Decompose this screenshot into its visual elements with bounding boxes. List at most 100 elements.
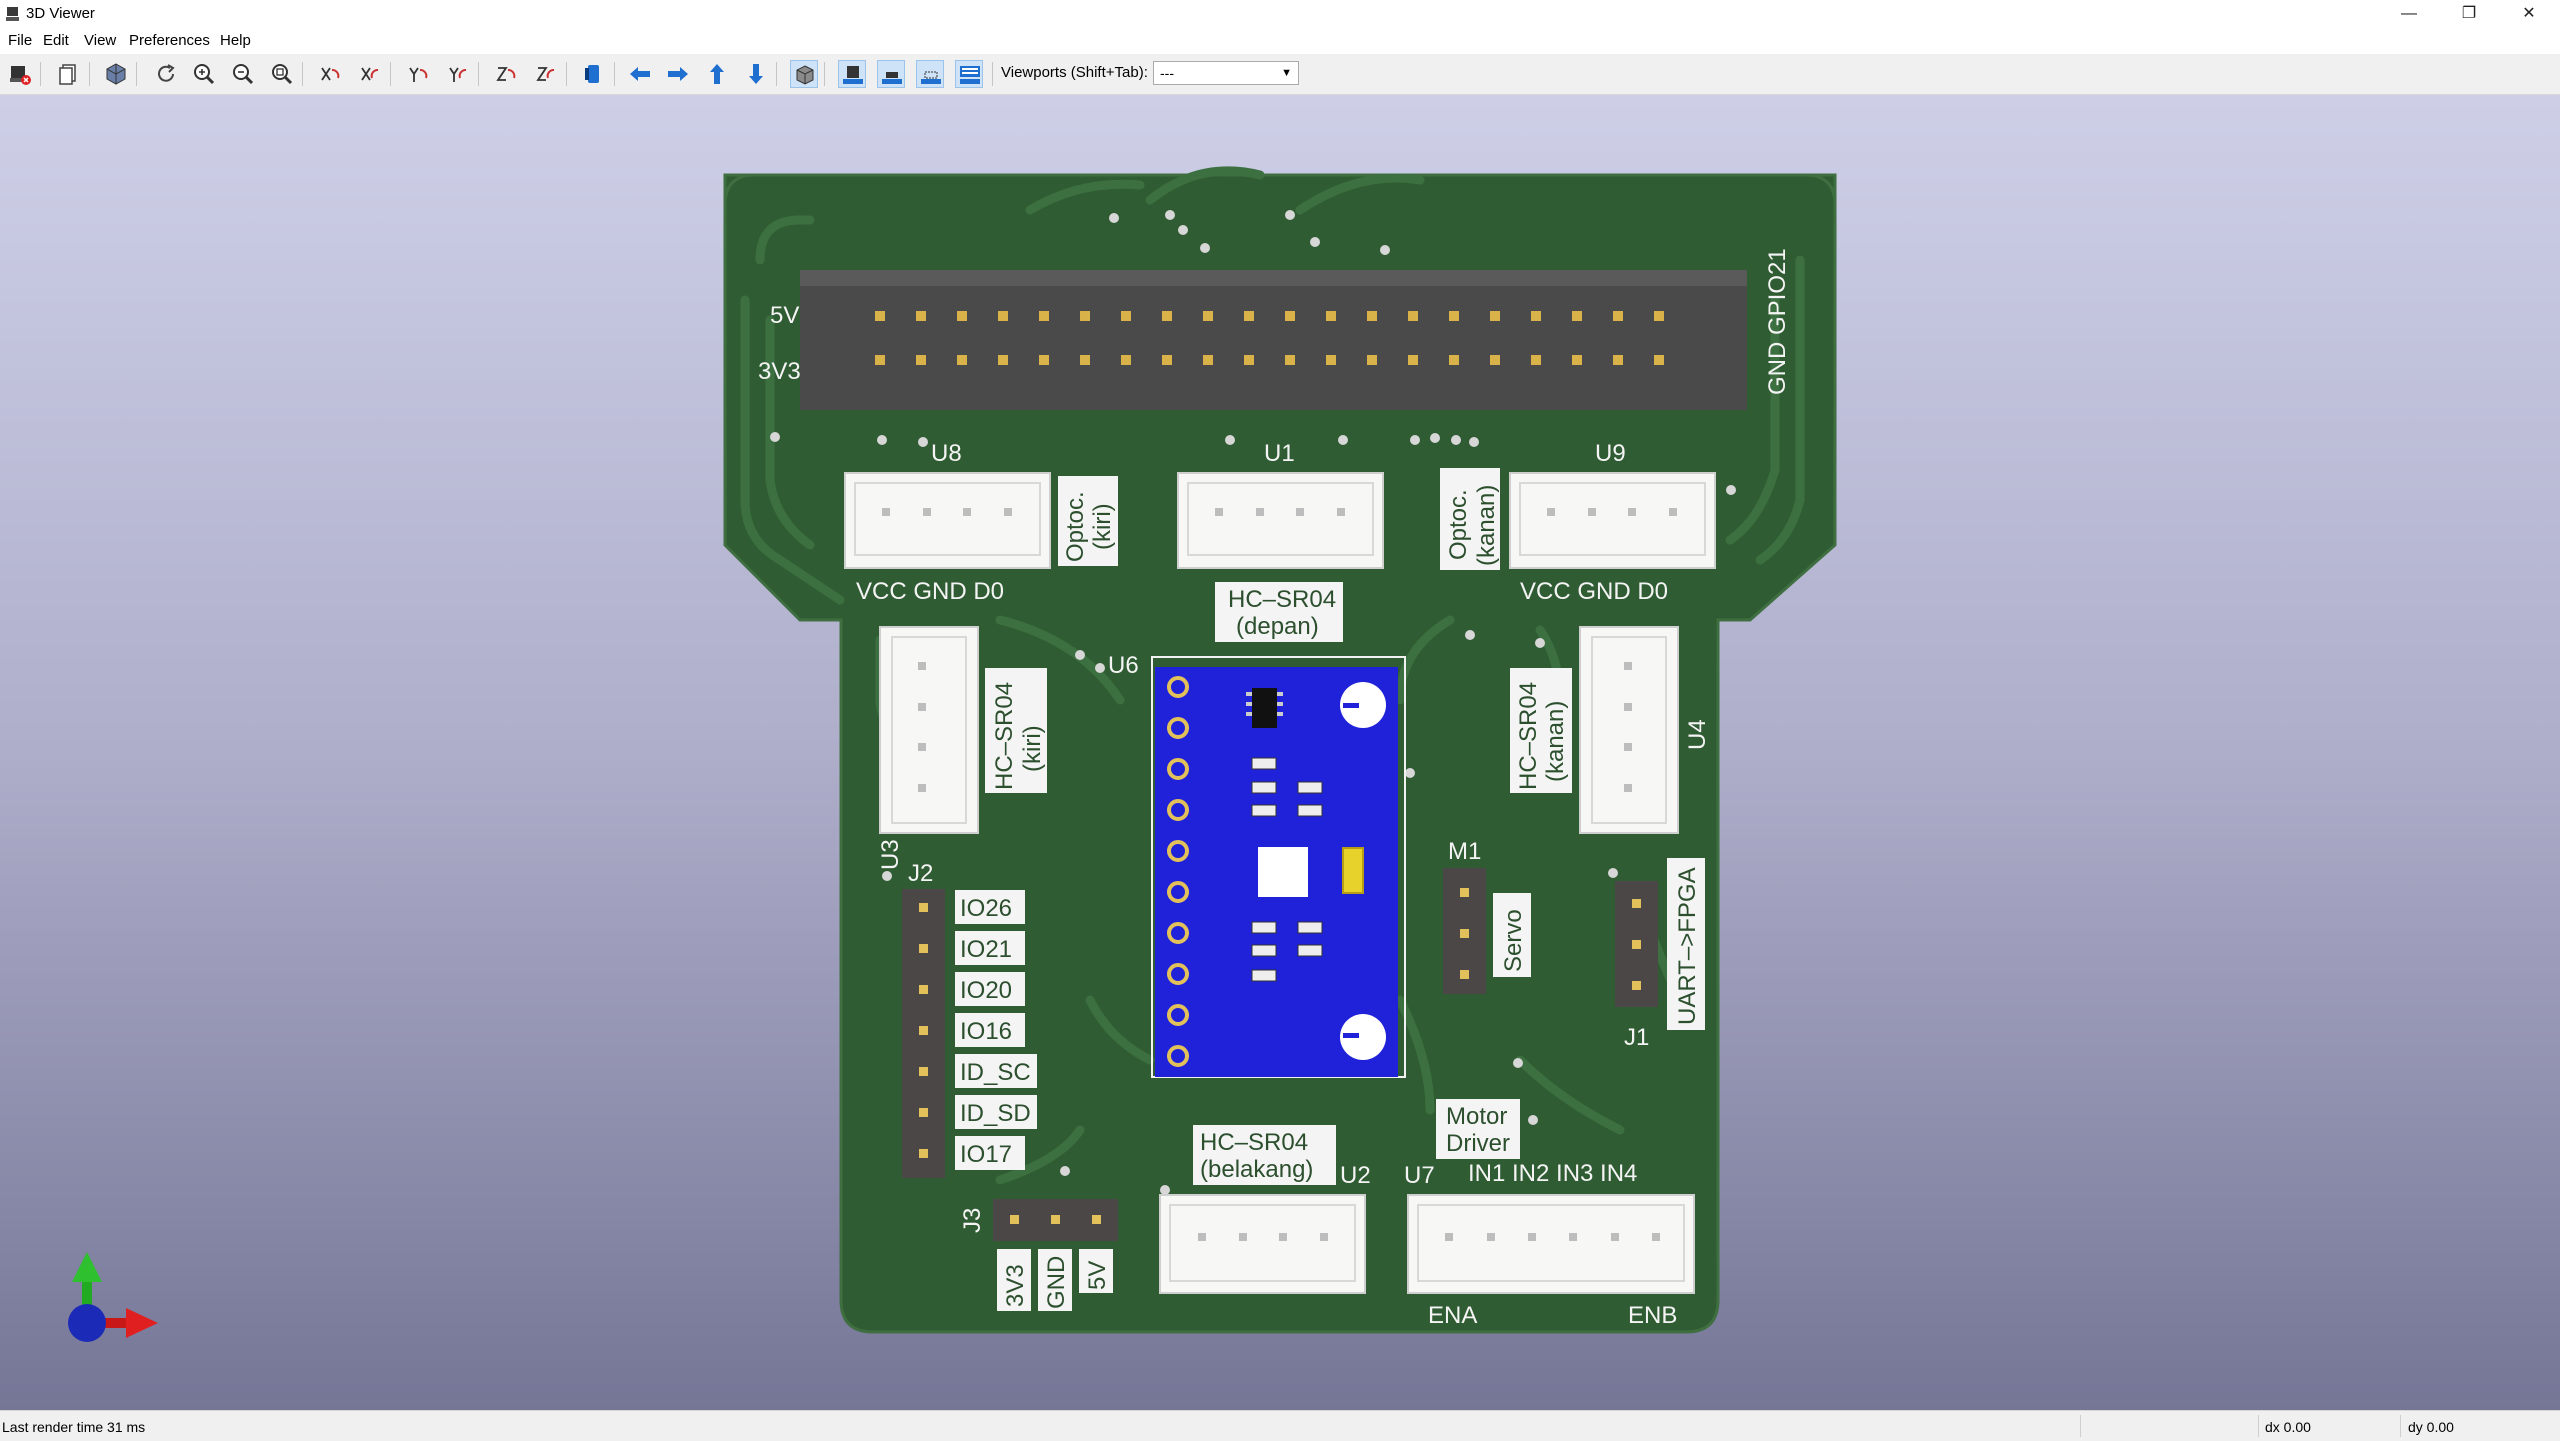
j2-pin bbox=[919, 1067, 928, 1076]
label-j3-5v: 5V bbox=[1084, 1261, 1111, 1290]
zoom-fit-icon[interactable] bbox=[268, 60, 296, 88]
header-pin bbox=[916, 311, 926, 321]
header-pin bbox=[1531, 311, 1541, 321]
menu-file[interactable]: File bbox=[8, 32, 32, 49]
rotate-y-cw-icon[interactable] bbox=[404, 60, 432, 88]
label-hcsr-depan-2: (depan) bbox=[1236, 613, 1319, 640]
label-optoc-kanan-2: (kanan) bbox=[1473, 485, 1500, 566]
menu-help[interactable]: Help bbox=[220, 32, 251, 49]
header-pin bbox=[1613, 355, 1623, 365]
app-icon bbox=[6, 7, 19, 21]
j2-pin bbox=[919, 944, 928, 953]
label-uart-fpga: UART–>FPGA bbox=[1674, 867, 1701, 1025]
header-pin bbox=[1121, 355, 1131, 365]
connector-u3 bbox=[879, 626, 979, 834]
label-j3-gnd: GND bbox=[1043, 1256, 1070, 1309]
title-bar: 3D Viewer — ❐ ✕ bbox=[0, 0, 2560, 28]
maximize-button[interactable]: ❐ bbox=[2440, 0, 2498, 28]
connector-u8 bbox=[844, 472, 1051, 569]
header-pin bbox=[1490, 355, 1500, 365]
pan-right-icon[interactable] bbox=[664, 60, 692, 88]
connector-u1 bbox=[1177, 472, 1384, 569]
header-pin bbox=[1080, 355, 1090, 365]
label-hcsr-belakang-1: HC–SR04 bbox=[1200, 1129, 1308, 1156]
exit-icon[interactable] bbox=[6, 60, 34, 88]
pan-up-icon[interactable] bbox=[703, 60, 731, 88]
header-pin bbox=[1121, 311, 1131, 321]
dy-status: dy 0.00 bbox=[2408, 1419, 2454, 1435]
pan-down-icon[interactable] bbox=[742, 60, 770, 88]
ref-j3: J3 bbox=[959, 1208, 986, 1233]
header-pin bbox=[1039, 355, 1049, 365]
refresh-icon[interactable] bbox=[152, 60, 180, 88]
ref-u7: U7 bbox=[1404, 1162, 1435, 1189]
header-pin bbox=[1326, 355, 1336, 365]
header-pin bbox=[1162, 355, 1172, 365]
label-j2-io26: IO26 bbox=[960, 895, 1012, 922]
menu-view[interactable]: View bbox=[84, 32, 116, 49]
connector-u7 bbox=[1407, 1194, 1695, 1294]
header-pin bbox=[1367, 355, 1377, 365]
header-pin bbox=[957, 355, 967, 365]
viewports-select[interactable]: --- ▼ bbox=[1153, 61, 1299, 85]
header-pin bbox=[957, 311, 967, 321]
rotate-z-cw-icon[interactable] bbox=[492, 60, 520, 88]
rotate-z-ccw-icon[interactable] bbox=[532, 60, 560, 88]
label-5v: 5V bbox=[770, 302, 799, 329]
flip-board-icon[interactable] bbox=[580, 60, 608, 88]
label-hcsr-kanan-2: (kanan) bbox=[1542, 701, 1569, 782]
copy-image-icon[interactable] bbox=[55, 60, 83, 88]
show-tht-icon[interactable] bbox=[838, 60, 866, 88]
menu-edit[interactable]: Edit bbox=[43, 32, 69, 49]
label-hcsr-belakang-2: (belakang) bbox=[1200, 1156, 1313, 1183]
header-pin bbox=[1654, 355, 1664, 365]
header-pin bbox=[1244, 355, 1254, 365]
ref-u9: U9 bbox=[1595, 440, 1626, 467]
ref-m1: M1 bbox=[1448, 838, 1481, 865]
show-not-in-posfile-icon[interactable] bbox=[955, 60, 983, 88]
label-3v3: 3V3 bbox=[758, 358, 801, 385]
ref-u4: U4 bbox=[1684, 719, 1711, 750]
rotate-x-ccw-icon[interactable] bbox=[356, 60, 384, 88]
label-enb: ENB bbox=[1628, 1302, 1677, 1329]
label-j2-id-sd: ID_SD bbox=[960, 1100, 1031, 1127]
header-pin bbox=[1408, 355, 1418, 365]
show-virtual-icon[interactable] bbox=[916, 60, 944, 88]
rotate-y-ccw-icon[interactable] bbox=[444, 60, 472, 88]
minimize-button[interactable]: — bbox=[2380, 0, 2438, 28]
chevron-down-icon: ▼ bbox=[1281, 67, 1292, 79]
header-j1 bbox=[1615, 881, 1658, 1007]
rotate-x-cw-icon[interactable] bbox=[316, 60, 344, 88]
header-pin bbox=[1285, 311, 1295, 321]
connector-u4 bbox=[1579, 626, 1679, 834]
header-pin bbox=[998, 355, 1008, 365]
viewports-value: --- bbox=[1160, 65, 1174, 81]
raytrace-icon[interactable] bbox=[102, 60, 130, 88]
header-pin bbox=[1244, 311, 1254, 321]
label-ena: ENA bbox=[1428, 1302, 1477, 1329]
zoom-out-icon[interactable] bbox=[229, 60, 257, 88]
header-pin bbox=[1285, 355, 1295, 365]
label-vcc-gnd-d0-left: VCC GND D0 bbox=[856, 578, 1004, 605]
ref-j2: J2 bbox=[908, 860, 933, 887]
pan-left-icon[interactable] bbox=[626, 60, 654, 88]
header-pin bbox=[1449, 311, 1459, 321]
ref-u1: U1 bbox=[1264, 440, 1295, 467]
zoom-in-icon[interactable] bbox=[190, 60, 218, 88]
label-gpio21: GPIO21 bbox=[1764, 248, 1791, 335]
label-optoc-kanan-1: Optoc. bbox=[1445, 489, 1472, 560]
menu-preferences[interactable]: Preferences bbox=[129, 32, 210, 49]
j2-pin bbox=[919, 903, 928, 912]
show-smd-icon[interactable] bbox=[877, 60, 905, 88]
render-time-status: Last render time 31 ms bbox=[2, 1419, 146, 1435]
j2-pin bbox=[919, 985, 928, 994]
header-pin bbox=[1080, 311, 1090, 321]
label-j2-io16: IO16 bbox=[960, 1018, 1012, 1045]
header-pin bbox=[875, 355, 885, 365]
label-motor-driver-2: Driver bbox=[1446, 1130, 1510, 1157]
ortho-icon[interactable] bbox=[790, 60, 818, 88]
3d-viewport[interactable]: 5V 3V3 GND GPIO21 U8 U1 U9 U6 U4 U3 J2 M… bbox=[0, 95, 2560, 1410]
header-pin bbox=[1162, 311, 1172, 321]
label-j3-3v3: 3V3 bbox=[1002, 1264, 1029, 1307]
close-button[interactable]: ✕ bbox=[2500, 0, 2558, 28]
